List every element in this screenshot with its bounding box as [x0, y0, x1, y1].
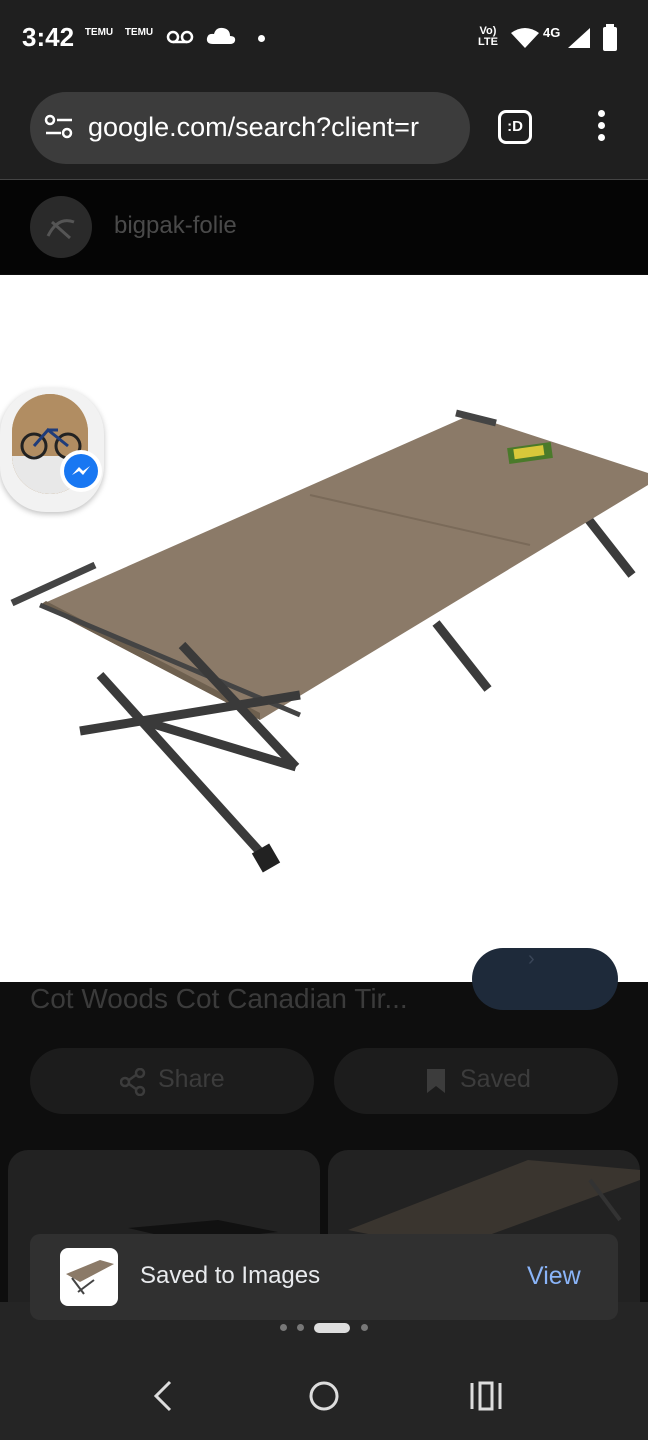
network-type: 4G	[543, 25, 561, 40]
result-title[interactable]: Cot Woods Cot Canadian Tir...	[30, 983, 408, 1015]
messenger-icon	[60, 450, 102, 492]
recents-icon[interactable]	[466, 1376, 506, 1416]
toast-message: Saved to Images	[140, 1262, 321, 1289]
preview-image[interactable]	[0, 275, 648, 982]
source-avatar	[30, 196, 92, 258]
wifi-icon	[511, 28, 539, 48]
tab-switcher-button[interactable]: :D	[498, 110, 532, 144]
share-button[interactable]: Share	[30, 1048, 314, 1114]
volte-icon: Vo) LTE	[478, 25, 498, 48]
messenger-bolt-icon	[72, 466, 90, 475]
clock: 3:42	[22, 22, 75, 52]
source-name: bigpak-folie	[114, 212, 237, 239]
temu-icon: TEMU	[124, 27, 154, 38]
toast-thumbnail	[60, 1248, 118, 1306]
dot-icon	[258, 35, 265, 42]
view-button[interactable]: View	[527, 1262, 581, 1291]
visit-button[interactable]: ›	[472, 948, 618, 1010]
saved-label: Saved	[460, 1065, 531, 1093]
home-icon[interactable]	[304, 1376, 344, 1416]
cot-image	[10, 409, 648, 873]
saved-button[interactable]: Saved	[334, 1048, 618, 1114]
source-logo-icon	[46, 219, 75, 240]
url-text[interactable]: google.com/search?client=r	[88, 112, 458, 143]
page-content: bigpak-folie › Cot Woods Cot Canadian Ti…	[0, 180, 648, 1302]
status-bar: 3:42 TEMU TEMU Vo) LTE 4G	[0, 0, 648, 80]
source-row[interactable]: bigpak-folie	[0, 180, 648, 274]
chat-head[interactable]	[0, 388, 104, 512]
cot-thumb-image	[66, 1260, 114, 1295]
bookmark-icon	[427, 1069, 445, 1093]
back-icon[interactable]	[144, 1376, 184, 1416]
signal-icon	[568, 28, 590, 48]
site-settings-icon[interactable]	[44, 114, 74, 140]
temu-icon: TEMU	[84, 27, 114, 38]
battery-icon	[603, 24, 617, 51]
menu-icon[interactable]	[598, 110, 608, 146]
voicemail-icon	[166, 30, 194, 44]
cloud-icon	[206, 27, 236, 44]
share-icon	[120, 1068, 146, 1096]
snackbar: Saved to Images View	[30, 1234, 618, 1320]
share-label: Share	[158, 1065, 225, 1093]
